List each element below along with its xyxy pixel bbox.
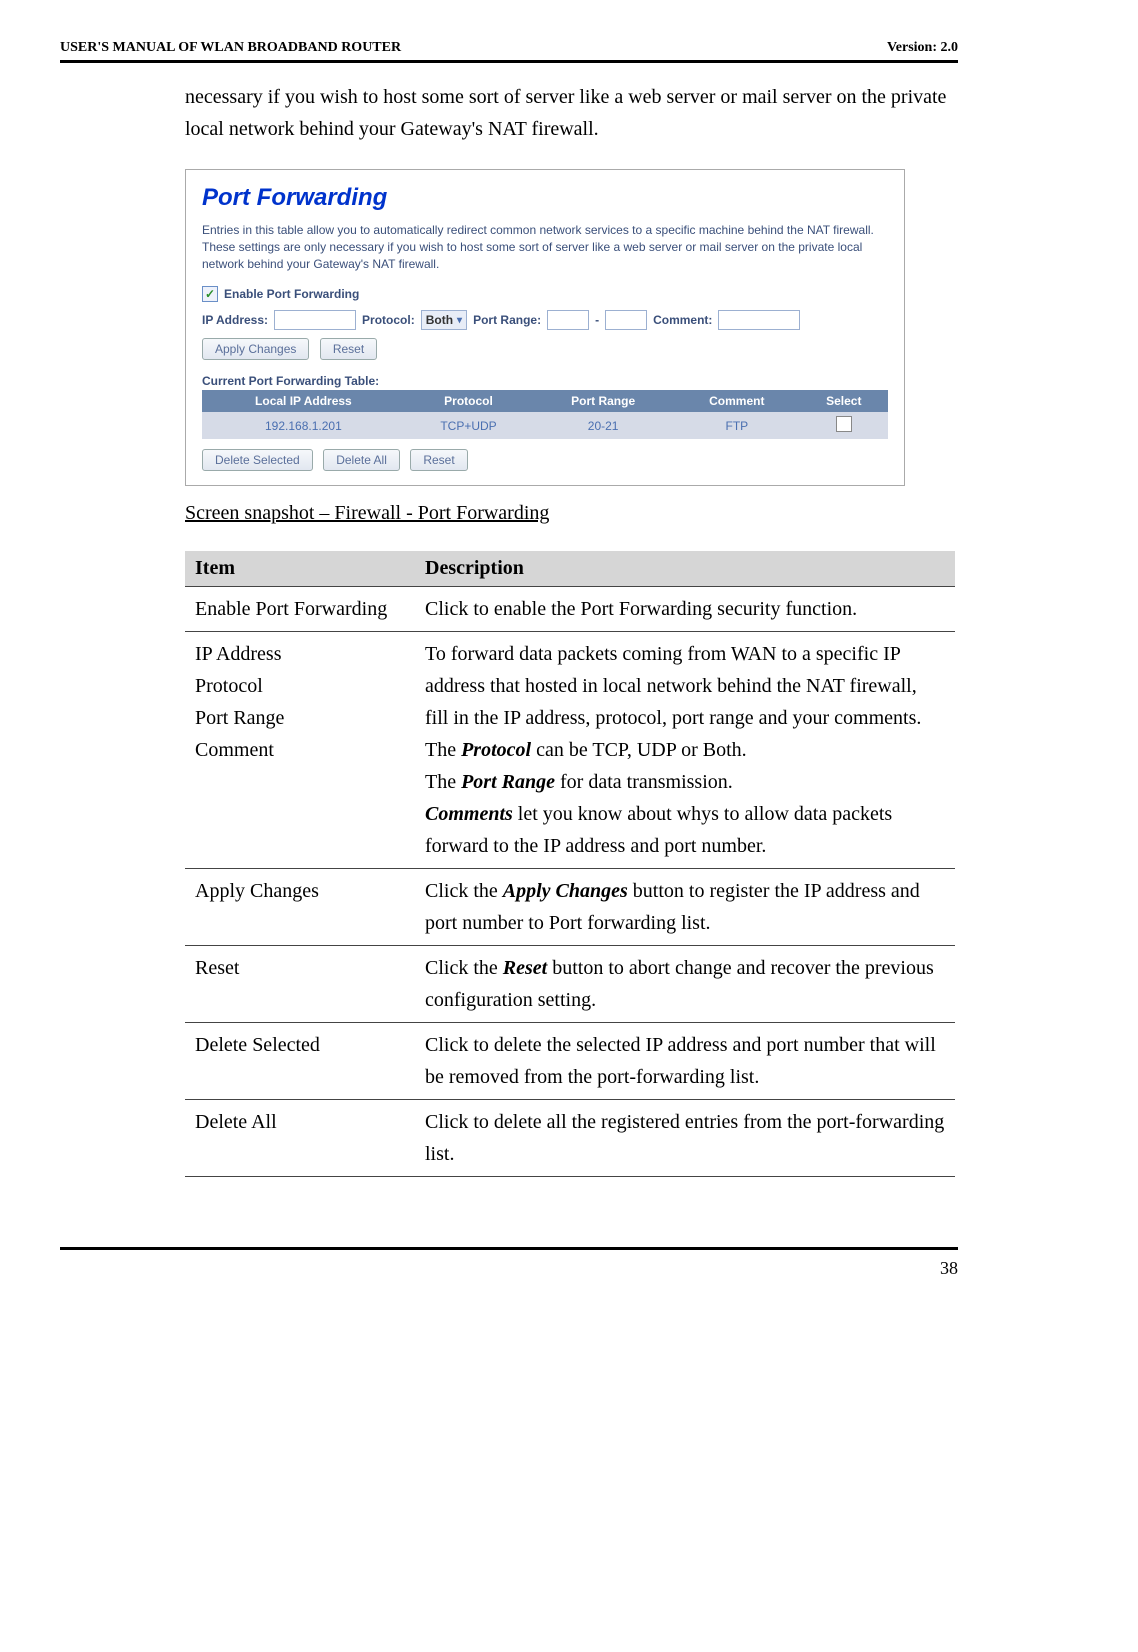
delete-selected-button[interactable]: Delete Selected <box>202 449 313 471</box>
desc-cell: To forward data packets coming from WAN … <box>415 632 955 869</box>
ip-input[interactable] <box>274 310 356 330</box>
item-cell: Delete Selected <box>185 1023 415 1100</box>
header-left: USER'S MANUAL OF WLAN BROADBAND ROUTER <box>60 40 401 56</box>
desc-cell: Click the Apply Changes button to regist… <box>415 869 955 946</box>
desc-cell: Click to delete all the registered entri… <box>415 1100 955 1177</box>
comment-label: Comment: <box>653 313 712 327</box>
cell-port: 20-21 <box>532 412 674 439</box>
description-table: Item Description Enable Port Forwarding … <box>185 551 955 1177</box>
th-comment: Comment <box>674 390 800 412</box>
dash: - <box>595 313 599 327</box>
th-local-ip: Local IP Address <box>202 390 405 412</box>
th-item: Item <box>185 551 415 587</box>
item-cell: IP AddressProtocolPort RangeComment <box>185 632 415 869</box>
table-row: Reset Click the Reset button to abort ch… <box>185 946 955 1023</box>
th-protocol: Protocol <box>405 390 532 412</box>
forwarding-table: Local IP Address Protocol Port Range Com… <box>202 390 888 439</box>
protocol-select[interactable]: Both ▾ <box>421 310 467 330</box>
page-number: 38 <box>940 1258 958 1278</box>
desc-cell: Click to delete the selected IP address … <box>415 1023 955 1100</box>
reset-button-2[interactable]: Reset <box>410 449 467 471</box>
item-cell: Enable Port Forwarding <box>185 587 415 632</box>
table-row: IP AddressProtocolPort RangeComment To f… <box>185 632 955 869</box>
row-select-checkbox[interactable] <box>836 416 852 432</box>
reset-button[interactable]: Reset <box>320 338 377 360</box>
cell-ip: 192.168.1.201 <box>202 412 405 439</box>
item-cell: Reset <box>185 946 415 1023</box>
item-cell: Apply Changes <box>185 869 415 946</box>
comment-input[interactable] <box>718 310 800 330</box>
chevron-down-icon: ▾ <box>457 315 462 326</box>
th-description: Description <box>415 551 955 587</box>
panel-description: Entries in this table allow you to autom… <box>202 222 888 272</box>
table-row: Delete Selected Click to delete the sele… <box>185 1023 955 1100</box>
port-range-label: Port Range: <box>473 313 541 327</box>
table-row: Delete All Click to delete all the regis… <box>185 1100 955 1177</box>
item-cell: Delete All <box>185 1100 415 1177</box>
protocol-label: Protocol: <box>362 313 415 327</box>
cell-protocol: TCP+UDP <box>405 412 532 439</box>
intro-text: necessary if you wish to host some sort … <box>185 81 958 145</box>
desc-cell: Click the Reset button to abort change a… <box>415 946 955 1023</box>
ip-label: IP Address: <box>202 313 268 327</box>
header-right: Version: 2.0 <box>887 40 958 56</box>
enable-label: Enable Port Forwarding <box>224 287 359 301</box>
delete-all-button[interactable]: Delete All <box>323 449 400 471</box>
cell-comment: FTP <box>674 412 800 439</box>
panel-title: Port Forwarding <box>202 184 888 212</box>
table-row: Apply Changes Click the Apply Changes bu… <box>185 869 955 946</box>
apply-changes-button[interactable]: Apply Changes <box>202 338 309 360</box>
table-row: Enable Port Forwarding Click to enable t… <box>185 587 955 632</box>
enable-checkbox[interactable]: ✓ <box>202 286 218 302</box>
table-row: 192.168.1.201 TCP+UDP 20-21 FTP <box>202 412 888 439</box>
th-port-range: Port Range <box>532 390 674 412</box>
screenshot-panel: Port Forwarding Entries in this table al… <box>185 169 905 486</box>
th-select: Select <box>800 390 888 412</box>
protocol-value: Both <box>426 313 453 327</box>
desc-cell: Click to enable the Port Forwarding secu… <box>415 587 955 632</box>
table-title: Current Port Forwarding Table: <box>202 374 888 388</box>
port-range-input-2[interactable] <box>605 310 647 330</box>
screenshot-caption: Screen snapshot – Firewall - Port Forwar… <box>185 502 958 525</box>
port-range-input-1[interactable] <box>547 310 589 330</box>
